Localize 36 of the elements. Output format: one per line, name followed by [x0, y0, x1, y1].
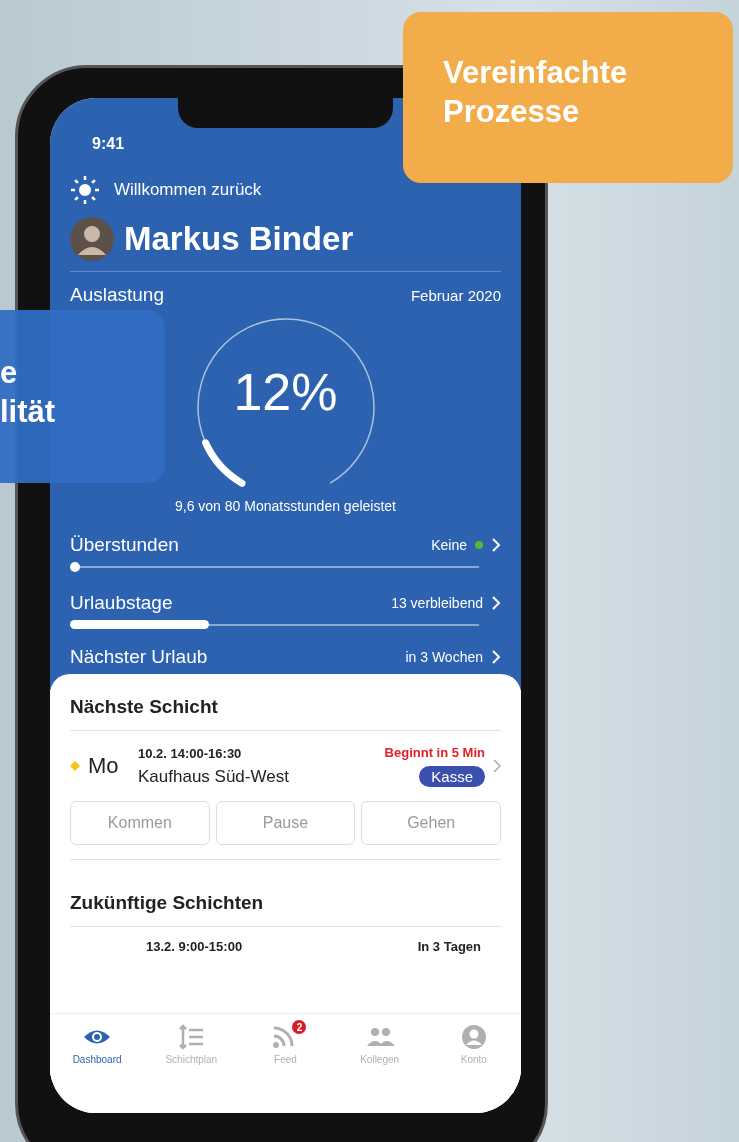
stat-label[interactable]: Urlaubstage	[70, 592, 173, 614]
avatar-silhouette	[70, 217, 114, 261]
tab-item[interactable]: Kollegen	[339, 1024, 420, 1065]
notification-badge: 2	[292, 1020, 307, 1034]
feature-callout: e lität	[0, 310, 165, 483]
stat-value: in 3 Wochen	[405, 649, 483, 665]
tab-item[interactable]: Konto	[433, 1024, 514, 1065]
chevron-right-icon	[493, 759, 501, 773]
user-name: Markus Binder	[124, 220, 354, 258]
greeting-text: Willkommen zurück	[114, 180, 262, 200]
stat-label[interactable]: Überstunden	[70, 534, 179, 556]
chevron-right-icon	[491, 595, 501, 611]
percentage-value: 12%	[232, 362, 339, 422]
chevron-right-icon	[491, 649, 501, 665]
stat-label[interactable]: Nächster Urlaub	[70, 646, 208, 668]
stat-value: Keine	[431, 537, 467, 553]
feature-callout: Vereinfachte Prozesse	[403, 12, 733, 183]
hours-caption: 9,6 von 80 Monatsstunden geleistet	[173, 498, 397, 514]
section-label: Auslastung	[70, 284, 164, 306]
period-label: Februar 2020	[410, 286, 501, 304]
tab-item[interactable]: Dashboard	[57, 1024, 138, 1065]
role-tag: Kasse	[419, 766, 485, 787]
shift-location: Kaufhaus Süd-West	[138, 766, 290, 787]
shift-countdown: In 3 Tagen	[417, 939, 481, 954]
shift-time: 10.2. 14:00-16:30	[138, 745, 243, 761]
shift-day: Mo	[88, 753, 130, 779]
section-title: Nächste Schicht	[70, 696, 501, 731]
section-title: Zukünftige Schichten	[70, 892, 501, 927]
shift-time: 13.2. 9:00-15:00	[146, 939, 243, 954]
start-notice: Beginnt in 5 Min	[384, 745, 485, 760]
status-time: 9:41	[92, 135, 125, 153]
stat-value: 13 verbleibend	[391, 595, 483, 611]
chevron-right-icon	[491, 537, 501, 553]
diamond-icon	[70, 761, 80, 771]
sun-icon	[70, 175, 100, 205]
tab-item[interactable]: Schichtplan	[151, 1024, 232, 1065]
